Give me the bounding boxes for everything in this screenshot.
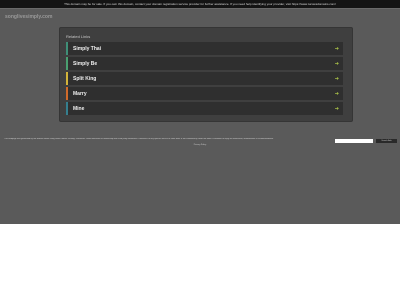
privacy-policy-link[interactable]: Privacy Policy [0, 144, 400, 146]
related-link-label: Simply Be [73, 60, 98, 67]
arrow-right-icon: ➔ [334, 60, 339, 67]
arrow-right-icon: ➔ [334, 105, 339, 112]
sale-notice-bar: This domain may be for sale. If you own … [0, 0, 400, 9]
related-link-label: Simply Thai [73, 45, 102, 52]
related-links-heading: Related Links [66, 34, 91, 39]
related-link-mine[interactable]: Mine ➔ [66, 102, 343, 115]
arrow-right-icon: ➔ [334, 45, 339, 52]
related-links-list: Simply Thai ➔ Simply Be ➔ Split King ➔ M… [66, 42, 343, 117]
related-link-split-king[interactable]: Split King ➔ [66, 72, 343, 85]
domain-title: songlivesimply.com [5, 14, 53, 20]
related-link-simply-be[interactable]: Simply Be ➔ [66, 57, 343, 70]
related-links-panel: Related Links Simply Thai ➔ Simply Be ➔ … [59, 27, 353, 122]
arrow-right-icon: ➔ [334, 75, 339, 82]
sale-notice-text: This domain may be for sale. If you own … [64, 2, 336, 6]
related-link-label: Marry [73, 90, 87, 97]
related-link-label: Mine [73, 105, 85, 112]
arrow-right-icon: ➔ [334, 90, 339, 97]
search-input[interactable] [335, 139, 373, 143]
search-ads-button[interactable]: Search Ads [376, 139, 397, 143]
related-link-marry[interactable]: Marry ➔ [66, 87, 343, 100]
related-link-label: Split King [73, 75, 97, 82]
related-link-simply-thai[interactable]: Simply Thai ➔ [66, 42, 343, 55]
disclaimer-text: This webpage was generated by the domain… [4, 138, 274, 140]
